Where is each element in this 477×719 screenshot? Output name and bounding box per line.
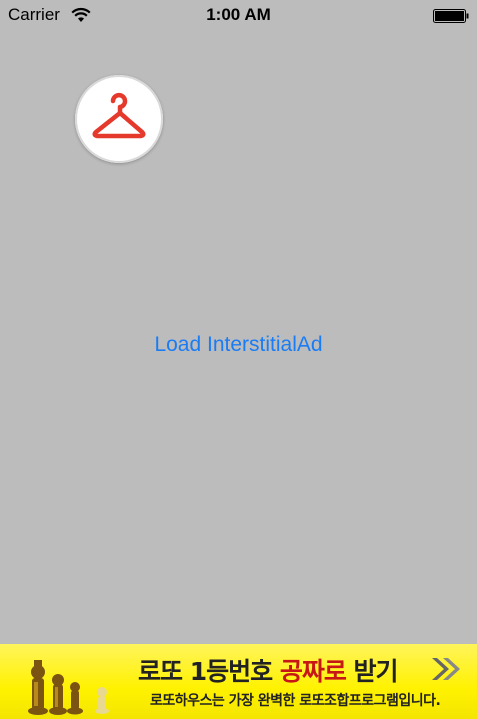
banner-title-suffix: 받기 [345,657,399,686]
status-bar: Carrier 1:00 AM [0,0,477,32]
banner-title: 로또 1등번호 공짜로 받기 [138,652,399,688]
status-time: 1:00 AM [206,5,271,24]
battery-icon [433,9,469,23]
ad-banner[interactable]: 로또 1등번호 공짜로 받기 로또하우스는 가장 완벽한 로또조합프로그램입니다… [0,644,477,719]
hanger-icon [92,92,146,139]
double-chevron-right-icon [432,658,460,680]
banner-subtitle: 로또하우스는 가장 완벽한 로또조합프로그램입니다. [150,693,441,709]
banner-title-prefix: 로또 1등번호 [138,657,280,686]
load-interstitial-button[interactable]: Load InterstitialAd [0,333,477,357]
banner-title-highlight: 공짜로 [279,657,347,686]
chess-pieces-icon [28,660,109,715]
hanger-button[interactable] [75,75,163,163]
